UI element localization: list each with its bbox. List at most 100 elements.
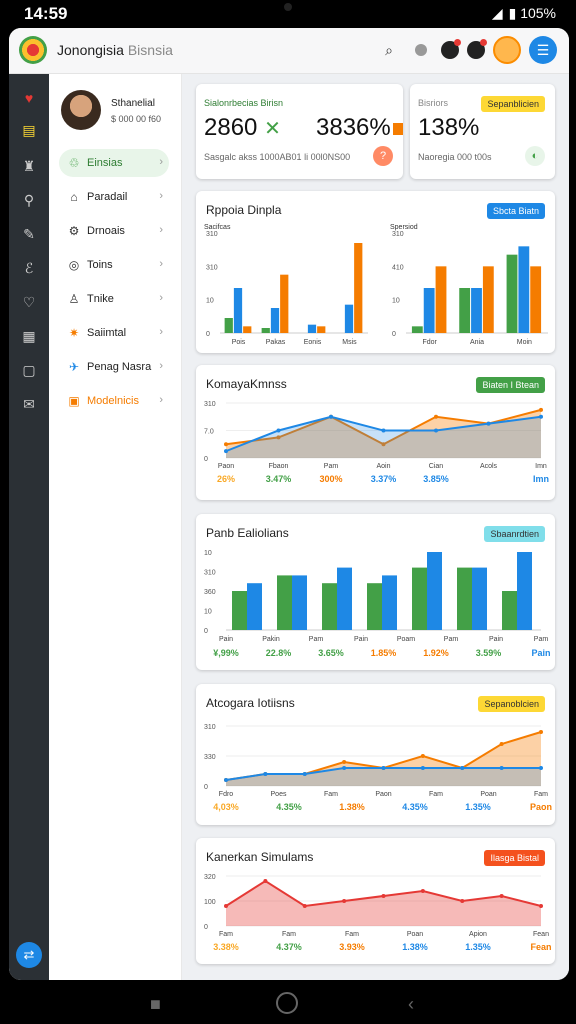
chevron-right-icon: › <box>159 156 163 168</box>
chess-icon[interactable]: ♜ <box>19 156 39 176</box>
document-icon[interactable]: ▢ <box>19 360 39 380</box>
data-point <box>539 904 543 908</box>
kpi-value-primary: 2860 ✕ <box>204 114 281 141</box>
sidebar-item-0[interactable]: ♲ Einsias › <box>59 149 169 177</box>
info-icon[interactable]: ? <box>373 146 393 166</box>
profile-photo <box>61 90 101 130</box>
calendar-icon[interactable]: ▦ <box>19 326 39 346</box>
status-bar: 14:59 ◢ ▮ 105% <box>0 0 576 28</box>
bar <box>337 567 352 630</box>
data-point <box>434 414 438 419</box>
icon-rail: ♥ ▤ ♜ ⚲ ✎ ℰ ♡ ▦ ▢ ✉ ⇄ <box>9 74 49 980</box>
x-tick-label: Pain <box>489 636 503 643</box>
nav-item-label: Penag Nasra <box>87 361 152 373</box>
value-label: 26% <box>217 474 235 484</box>
data-point <box>342 766 347 770</box>
bar <box>517 552 532 630</box>
y-tick-label: 310 <box>204 724 216 731</box>
nav-item-label: Toins <box>87 259 113 271</box>
chart-card-1: Rppoia Dinpla Sbcta Biatn Sacifcas 0 10 310… <box>196 191 555 353</box>
settings-icon[interactable] <box>409 38 433 62</box>
user-profile[interactable]: Sthanelial $ 000 00 f60 <box>61 90 181 140</box>
sidebar-item-4[interactable]: ♙ Tnike › <box>59 285 169 313</box>
bar <box>502 591 517 630</box>
chevron-right-icon: › <box>159 224 163 236</box>
heart-icon[interactable]: ♥ <box>19 88 39 108</box>
sidebar-item-5[interactable]: ✷ Saiimtal › <box>59 319 169 347</box>
bar <box>459 288 471 333</box>
data-point <box>224 904 228 908</box>
bar <box>280 274 289 333</box>
sidebar-item-6[interactable]: ✈ Penag Nasra › <box>59 353 169 381</box>
refresh-icon[interactable]: ◐ <box>525 146 545 166</box>
x-tick-label: Fam <box>429 791 443 798</box>
bar <box>367 583 382 630</box>
nav-item-label: Tnike <box>87 293 114 305</box>
chevron-right-icon: › <box>159 190 163 202</box>
data-point <box>539 407 543 412</box>
nav-item-label: Paradail <box>87 191 128 203</box>
nav-item-icon: ⚙ <box>68 224 80 238</box>
menu-icon[interactable]: ☰ <box>529 36 557 64</box>
notification-icon[interactable] <box>441 39 461 59</box>
nav-item-label: Modelnicis <box>87 395 139 407</box>
kpi-badge[interactable]: Sepanblicien <box>481 96 545 112</box>
x-tick-label: Poan <box>407 931 423 938</box>
bar <box>307 324 317 333</box>
data-point <box>224 442 228 447</box>
chevron-right-icon: › <box>159 394 163 406</box>
bar <box>224 318 233 333</box>
bar <box>518 246 530 333</box>
x-tick-label: Pakin <box>262 636 280 643</box>
battery-text: ▮ 105% <box>508 5 556 21</box>
pen-icon[interactable]: ✎ <box>19 224 39 244</box>
data-point <box>302 904 307 908</box>
home-icon[interactable] <box>276 992 298 1014</box>
user-avatar[interactable] <box>493 36 521 64</box>
x-tick-label: Pain <box>354 636 368 643</box>
sidebar: Sthanelial $ 000 00 f60 ♲ Einsias › ⌂ Parada… <box>49 74 182 980</box>
bar <box>472 567 487 630</box>
kpi-footer: Naoregia 000 t00s <box>418 152 492 162</box>
x-tick-label: Apion <box>469 931 487 938</box>
chart-card-2: KomayaKmnss Biaten I Btean 0 7.0 310 Paon Fb… <box>196 365 555 500</box>
bar <box>270 308 280 333</box>
sidebar-item-2[interactable]: ⚙ Drnoais › <box>59 217 169 245</box>
sidebar-item-1[interactable]: ⌂ Paradail › <box>59 183 169 211</box>
x-tick-label: Fam <box>219 931 233 938</box>
data-point <box>420 754 425 758</box>
app-logo[interactable] <box>19 36 47 64</box>
chart-card-3: Panb Ealiolians Sbaanrdtien 0 10 360 310 10 P… <box>196 514 555 670</box>
message-icon[interactable] <box>467 39 487 59</box>
x-tick-label: Poan <box>480 791 496 798</box>
search-icon[interactable]: ⌕ <box>377 38 401 62</box>
bar <box>530 266 542 333</box>
x-tick-label: Fean <box>533 931 549 938</box>
bar <box>427 552 442 630</box>
shield-heart-icon[interactable]: ♡ <box>19 292 39 312</box>
bar <box>247 583 262 630</box>
x-tick-label: Fam <box>534 791 548 798</box>
back-icon[interactable]: ‹ <box>408 994 414 1015</box>
kpi-card-sales[interactable]: Sialonrbecias Birisn 2860 ✕ 3836% Sasgal… <box>196 84 403 179</box>
pin-icon[interactable]: ⚲ <box>19 190 39 210</box>
x-tick-label: Fam <box>282 931 296 938</box>
x-tick-label: Moin <box>517 339 532 346</box>
bar <box>506 254 518 333</box>
x-tick-label: Fam <box>345 931 359 938</box>
sidebar-item-7[interactable]: ▣ Modelnicis › <box>59 387 169 415</box>
y-tick-label: 330 <box>204 754 216 761</box>
y-tick-label: 310 <box>204 570 216 577</box>
recents-icon[interactable]: ■ <box>150 994 161 1015</box>
data-point <box>381 766 386 770</box>
axis-label: Sacifcas <box>204 224 231 231</box>
kpi-card-business[interactable]: Bisriors Sepanblicien 138% Naoregia 000 … <box>410 84 555 179</box>
sidebar-item-3[interactable]: ◎ Toins › <box>59 251 169 279</box>
briefcase-icon[interactable]: ▤ <box>19 120 39 140</box>
swap-fab-button[interactable]: ⇄ <box>16 942 42 968</box>
value-label: 3.38% <box>213 942 239 952</box>
data-point <box>460 899 465 903</box>
mail-icon[interactable]: ✉ <box>19 394 39 414</box>
bar <box>317 326 326 333</box>
knot-icon[interactable]: ℰ <box>19 258 39 278</box>
